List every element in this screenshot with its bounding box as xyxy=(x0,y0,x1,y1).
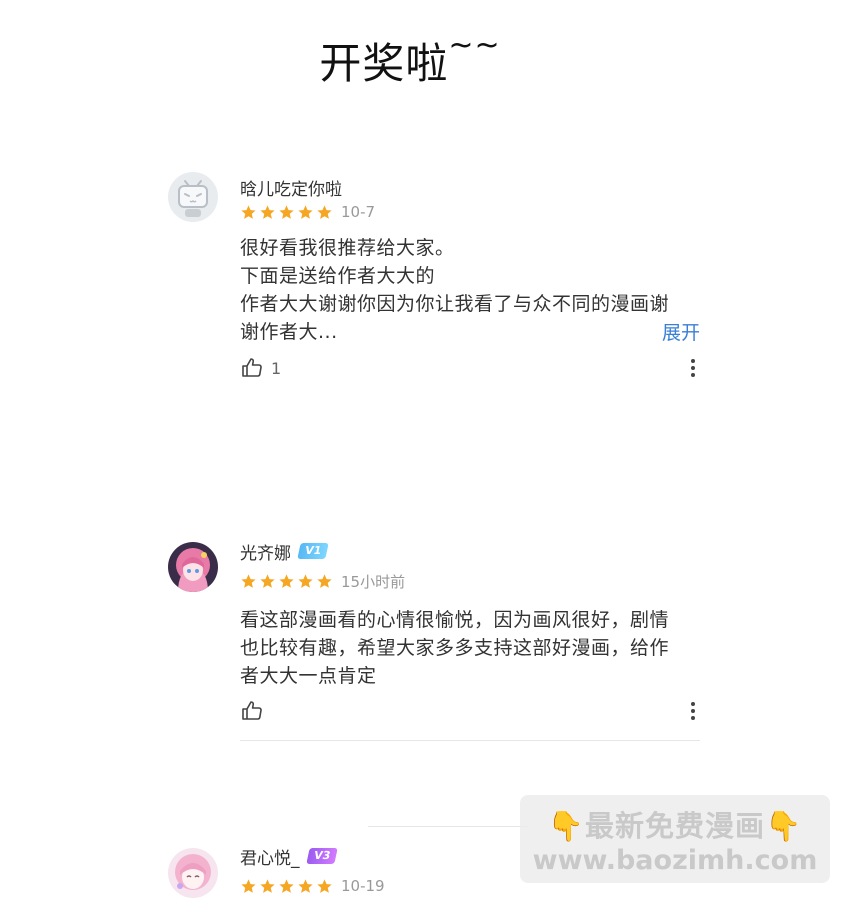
thumbs-up-icon xyxy=(242,701,262,720)
star-rating xyxy=(240,204,335,221)
star-icon xyxy=(297,204,314,221)
more-vertical-icon xyxy=(691,702,695,720)
star-icon xyxy=(278,204,295,221)
meta-row: 10-7 xyxy=(240,202,375,222)
star-rating xyxy=(240,878,335,895)
name-row: 君心悦_ V3 xyxy=(240,844,338,869)
comment-text: 很好看我很推荐给大家。 下面是送给作者大大的 作者大大谢谢你因为你让我看了与众不… xyxy=(240,234,700,346)
meta-row: 15小时前 xyxy=(240,571,405,591)
like-button[interactable]: 1 xyxy=(240,356,281,380)
comment-line: 者大大一点肯定 xyxy=(240,665,377,687)
title-suffix: ~~ xyxy=(448,28,501,63)
anime-girl-avatar-icon xyxy=(168,848,218,898)
watermark-url: www.baozimh.com xyxy=(532,845,818,876)
star-icon xyxy=(278,878,295,895)
bilibili-tv-avatar-icon xyxy=(168,172,218,222)
action-row: 1 xyxy=(240,356,700,380)
username[interactable]: 晗儿吃定你啦 xyxy=(240,175,342,200)
pointing-down-icon: 👇 xyxy=(765,809,803,843)
vip-badge: V1 xyxy=(297,543,329,559)
comment-line: 看这部漫画看的心情很愉悦，因为画风很好，剧情 xyxy=(240,609,670,631)
comment-text: 看这部漫画看的心情很愉悦，因为画风很好，剧情 也比较有趣，希望大家多多支持这部好… xyxy=(240,606,700,690)
star-icon xyxy=(240,573,257,590)
page-title: 开奖啦~~ xyxy=(0,28,820,91)
like-button[interactable] xyxy=(240,699,271,723)
username[interactable]: 光齐娜 xyxy=(240,539,291,564)
more-vertical-icon xyxy=(691,359,695,377)
comment-line: 很好看我很推荐给大家。 xyxy=(240,237,455,259)
expand-link[interactable]: 展开 xyxy=(662,318,700,345)
more-options-button[interactable] xyxy=(690,701,696,721)
watermark-text: 最新免费漫画 xyxy=(584,809,765,843)
divider xyxy=(368,826,528,827)
vip-badge: V3 xyxy=(305,848,338,864)
star-icon xyxy=(297,878,314,895)
star-icon xyxy=(316,573,333,590)
more-options-button[interactable] xyxy=(690,358,696,378)
comment-date: 10-7 xyxy=(341,203,376,221)
star-icon xyxy=(259,204,276,221)
divider xyxy=(240,740,700,741)
avatar[interactable] xyxy=(168,848,218,898)
comment-line: 下面是送给作者大大的 xyxy=(240,265,436,287)
comment-date: 10-19 xyxy=(341,877,385,895)
comment-line: 谢作者大... xyxy=(240,321,338,343)
avatar[interactable] xyxy=(168,172,218,222)
title-text: 开奖啦 xyxy=(319,39,449,88)
like-count: 1 xyxy=(271,358,282,378)
star-icon xyxy=(259,573,276,590)
star-icon xyxy=(316,878,333,895)
watermark-line-1: 👇最新免费漫画👇 xyxy=(520,803,830,845)
comment-line: 作者大大谢谢你因为你让我看了与众不同的漫画谢 xyxy=(240,293,670,315)
star-icon xyxy=(259,878,276,895)
pointing-down-icon: 👇 xyxy=(547,809,585,843)
name-row: 光齐娜 V1 xyxy=(240,539,329,564)
thumbs-up-icon xyxy=(242,358,262,377)
watermark: 👇最新免费漫画👇 www.baozimh.com xyxy=(520,795,830,883)
star-icon xyxy=(240,878,257,895)
action-row xyxy=(240,699,700,723)
anime-girl-avatar-icon xyxy=(168,542,218,592)
name-row: 晗儿吃定你啦 xyxy=(240,175,342,200)
comment-date: 15小时前 xyxy=(341,572,406,591)
star-rating xyxy=(240,573,335,590)
comment-line: 也比较有趣，希望大家多多支持这部好漫画，给作 xyxy=(240,637,670,659)
meta-row: 10-19 xyxy=(240,876,385,896)
star-icon xyxy=(316,204,333,221)
star-icon xyxy=(297,573,314,590)
username[interactable]: 君心悦_ xyxy=(240,844,300,869)
avatar[interactable] xyxy=(168,542,218,592)
star-icon xyxy=(278,573,295,590)
star-icon xyxy=(240,204,257,221)
